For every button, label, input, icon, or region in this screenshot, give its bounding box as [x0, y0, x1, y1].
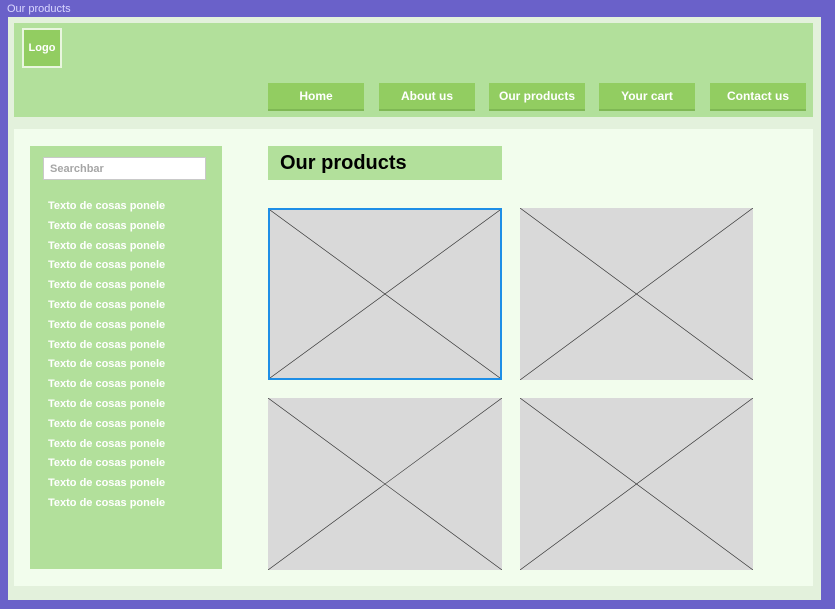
sidebar-item[interactable]: Texto de cosas ponele [48, 336, 165, 356]
nav-home-button[interactable]: Home [268, 83, 364, 111]
sidebar-item[interactable]: Texto de cosas ponele [48, 454, 165, 474]
page-title: Our products [268, 146, 502, 180]
frame-label: Our products [7, 3, 71, 15]
sidebar-item[interactable]: Texto de cosas ponele [48, 474, 165, 494]
product-image-placeholder[interactable] [268, 398, 502, 570]
product-image-placeholder[interactable] [268, 208, 502, 380]
image-placeholder-icon [268, 398, 502, 570]
sidebar-item[interactable]: Texto de cosas ponele [48, 355, 165, 375]
search-input[interactable]: Searchbar [43, 157, 206, 180]
sidebar-item[interactable]: Texto de cosas ponele [48, 256, 165, 276]
product-image-placeholder[interactable] [520, 208, 753, 380]
sidebar-item[interactable]: Texto de cosas ponele [48, 435, 165, 455]
sidebar-item[interactable]: Texto de cosas ponele [48, 316, 165, 336]
logo[interactable]: Logo [22, 28, 62, 68]
sidebar-item[interactable]: Texto de cosas ponele [48, 276, 165, 296]
image-placeholder-icon [270, 210, 500, 378]
sidebar-item[interactable]: Texto de cosas ponele [48, 197, 165, 217]
nav-contact-button[interactable]: Contact us [710, 83, 806, 111]
sidebar-item[interactable]: Texto de cosas ponele [48, 415, 165, 435]
nav-about-button[interactable]: About us [379, 83, 475, 111]
nav-products-button[interactable]: Our products [489, 83, 585, 111]
sidebar-item[interactable]: Texto de cosas ponele [48, 494, 165, 514]
sidebar-item[interactable]: Texto de cosas ponele [48, 217, 165, 237]
image-placeholder-icon [520, 208, 753, 380]
nav-cart-button[interactable]: Your cart [599, 83, 695, 111]
sidebar-item[interactable]: Texto de cosas ponele [48, 375, 165, 395]
sidebar-item[interactable]: Texto de cosas ponele [48, 296, 165, 316]
image-placeholder-icon [520, 398, 753, 570]
sidebar-list: Texto de cosas ponele Texto de cosas pon… [48, 197, 165, 514]
sidebar-item[interactable]: Texto de cosas ponele [48, 237, 165, 257]
sidebar-item[interactable]: Texto de cosas ponele [48, 395, 165, 415]
product-image-placeholder[interactable] [520, 398, 753, 570]
